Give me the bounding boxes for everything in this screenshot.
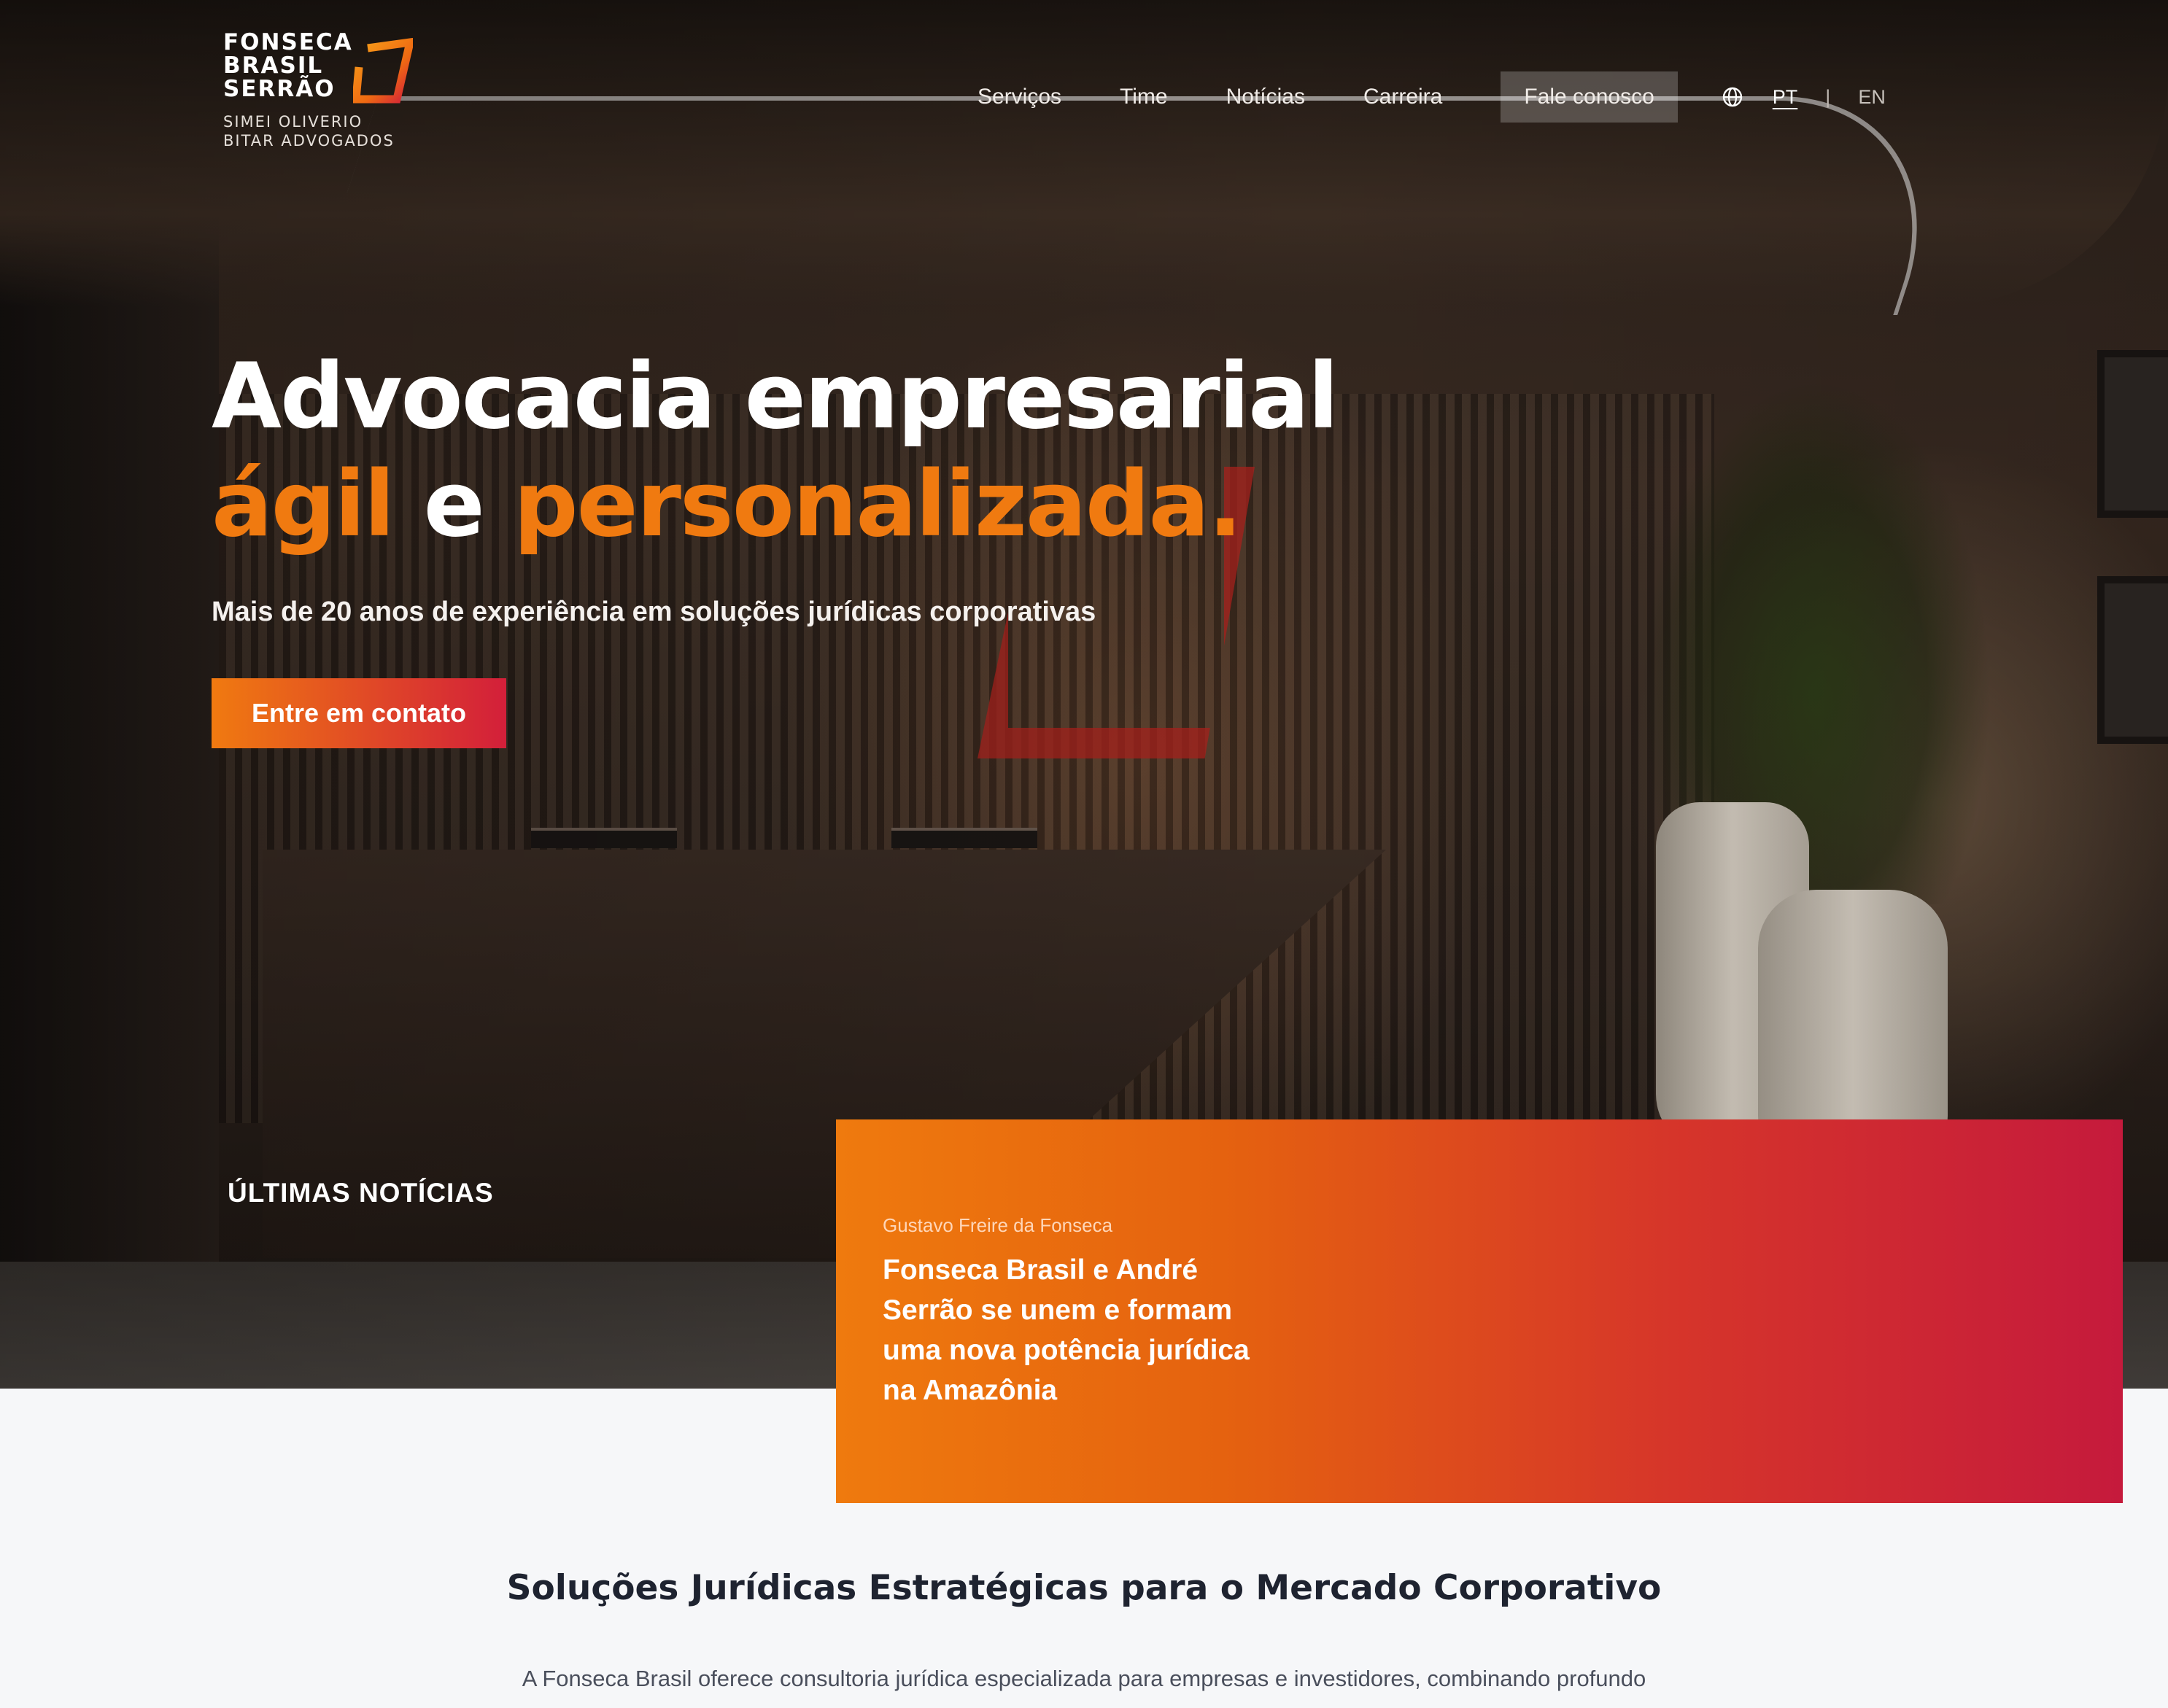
news-headline[interactable]: Fonseca Brasil e André Serrão se unem e … — [883, 1250, 1277, 1410]
globe-icon[interactable] — [1722, 86, 1743, 108]
fale-conosco-button[interactable]: Fale conosco — [1501, 71, 1678, 123]
news-author: Gustavo Freire da Fonseca — [883, 1214, 1113, 1236]
brand-logo[interactable]: FONSECA BRASIL SERRÃO SIMEI OLIVERIO BIT… — [223, 31, 435, 155]
headline-word-personalizada: personalizada. — [513, 452, 1242, 557]
nav-item-time[interactable]: Time — [1120, 71, 1168, 123]
language-pt[interactable]: PT — [1773, 86, 1798, 109]
solutions-title: Soluções Jurídicas Estratégicas para o M… — [506, 1568, 1662, 1608]
hero-subheadline: Mais de 20 anos de experiência em soluçõ… — [212, 597, 1096, 627]
news-card[interactable]: Gustavo Freire da Fonseca Fonseca Brasil… — [836, 1119, 2123, 1503]
nav-item-carreira[interactable]: Carreira — [1363, 71, 1442, 123]
logo-mark-icon — [353, 38, 413, 104]
hero-headline: Advocacia empresarial ágil e personaliza… — [212, 343, 1339, 559]
nav-item-servicos[interactable]: Serviços — [977, 71, 1061, 123]
headline-connector: e — [423, 452, 485, 557]
logo-subtitle: SIMEI OLIVERIO BITAR ADVOGADOS — [223, 113, 395, 150]
entre-em-contato-button[interactable]: Entre em contato — [212, 678, 506, 748]
nav-item-noticias[interactable]: Notícias — [1226, 71, 1305, 123]
language-en[interactable]: EN — [1858, 86, 1886, 109]
headline-word-agil: ágil — [212, 452, 395, 557]
solutions-body: A Fonseca Brasil oferece consultoria jur… — [522, 1666, 1646, 1691]
language-separator: | — [1825, 85, 1831, 108]
headline-line-2: ágil e personalizada. — [212, 451, 1337, 559]
latest-news-title: ÚLTIMAS NOTÍCIAS — [228, 1178, 494, 1208]
headline-line-1: Advocacia empresarial — [212, 344, 1339, 449]
main-nav: Serviços Time Notícias Carreira Fale con… — [977, 71, 1886, 123]
